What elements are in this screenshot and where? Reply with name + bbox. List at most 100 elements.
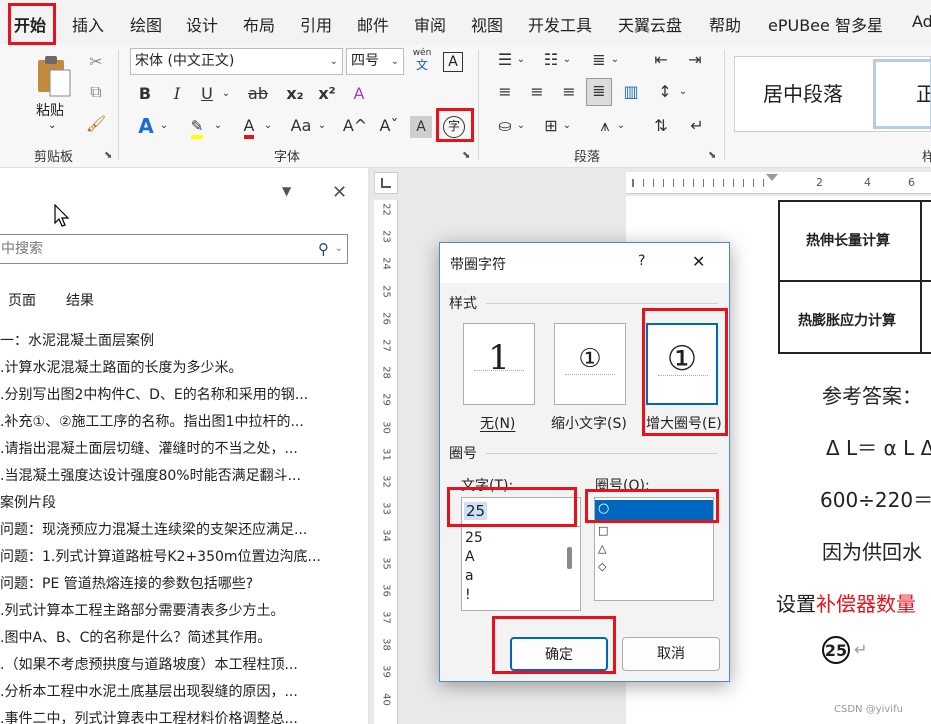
font-name-select[interactable]: 宋体 (中文正文) ⌄ bbox=[130, 48, 343, 75]
list-item[interactable]: a bbox=[465, 568, 474, 584]
tab-item[interactable]: 帮助 bbox=[709, 12, 741, 36]
superscript-button[interactable]: x² bbox=[314, 82, 340, 106]
chevron-down-icon[interactable]: ⌄ bbox=[158, 114, 170, 138]
chevron-down-icon[interactable]: ⌄ bbox=[335, 235, 343, 263]
tab-item[interactable]: 天翼云盘 bbox=[618, 12, 682, 36]
enclosed-character-result[interactable]: 25 bbox=[822, 636, 850, 664]
style-option-shrink[interactable]: ① bbox=[554, 323, 626, 405]
doc-formula-line[interactable]: Δ L＝ α L Δ bbox=[826, 432, 931, 461]
nav-tab-results[interactable]: 结果 bbox=[66, 290, 94, 310]
bold-button[interactable]: B bbox=[134, 82, 156, 106]
sort-icon[interactable]: ⇅ bbox=[650, 114, 672, 138]
nav-tab-pages[interactable]: 页面 bbox=[8, 290, 36, 310]
chevron-down-icon[interactable]: ⌄ bbox=[516, 114, 526, 138]
nav-heading-item[interactable]: 案例片段 bbox=[0, 492, 345, 512]
nav-heading-item[interactable]: .列式计算本工程主路部分需要清表多少方土。 bbox=[0, 600, 345, 620]
justify-icon[interactable]: ≣ bbox=[586, 78, 612, 106]
nav-heading-item[interactable]: .计算水泥混凝土路面的长度为多少米。 bbox=[0, 357, 345, 377]
font-color-button[interactable]: A bbox=[236, 114, 262, 139]
cut-icon[interactable]: ✂ bbox=[84, 50, 108, 74]
text-effect-button[interactable]: A bbox=[134, 114, 158, 138]
align-left-icon[interactable]: ≡ bbox=[494, 80, 516, 104]
tab-item[interactable]: ePUBee 智多星 bbox=[768, 12, 883, 36]
decrease-indent-icon[interactable]: ⇤ bbox=[650, 48, 672, 72]
align-right-icon[interactable]: ≡ bbox=[558, 80, 580, 104]
doc-calc-line[interactable]: 600÷220＝2 bbox=[820, 484, 931, 513]
tab-item[interactable]: 视图 bbox=[471, 12, 503, 36]
show-marks-icon[interactable]: ↵ bbox=[686, 114, 708, 138]
table-cell[interactable]: 热伸长量计算 bbox=[806, 230, 890, 250]
close-icon[interactable]: ✕ bbox=[332, 182, 347, 203]
grow-font-button[interactable]: A^ bbox=[342, 114, 368, 138]
chevron-down-icon[interactable]: ⌄ bbox=[220, 82, 232, 106]
nav-heading-item[interactable]: .图中A、B、C的名称是什么？简述其作用。 bbox=[0, 627, 345, 647]
chevron-down-icon[interactable]: ⌄ bbox=[562, 48, 572, 72]
nav-heading-item[interactable]: .当混凝土强度达设计强度80%时能否满足翻斗... bbox=[0, 465, 345, 485]
underline-button[interactable]: U bbox=[196, 82, 218, 106]
clipboard-launcher-icon[interactable]: ⬊ bbox=[104, 150, 112, 161]
character-border-button[interactable]: A bbox=[443, 52, 463, 72]
nav-heading-item[interactable]: 问题：PE 管道热熔连接的参数包括哪些? bbox=[0, 573, 345, 593]
nav-heading-item[interactable]: .请指出混凝土面层切缝、灌缝时的不当之处，... bbox=[0, 438, 345, 458]
doc-text-line[interactable]: 设置补偿器数量 bbox=[776, 588, 916, 617]
tab-item[interactable]: 设计 bbox=[186, 12, 218, 36]
nav-heading-item[interactable]: .分析本工程中水泥土底基层出现裂缝的原因，... bbox=[0, 681, 345, 701]
distributed-icon[interactable]: ▥ bbox=[620, 80, 642, 104]
character-shading-button[interactable]: A bbox=[410, 116, 432, 138]
tab-item[interactable]: 邮件 bbox=[357, 12, 389, 36]
chevron-down-icon[interactable]: ⌄ bbox=[316, 114, 328, 138]
dialog-titlebar[interactable]: 带圈字符 ? ✕ bbox=[440, 243, 729, 283]
strikethrough-button[interactable]: ab bbox=[244, 82, 272, 106]
search-icon[interactable]: ⚲ bbox=[318, 235, 329, 263]
chinese-layout-icon[interactable]: ⩚ bbox=[594, 114, 616, 138]
nav-heading-item[interactable]: 问题：1.列式计算道路桩号K2+350m位置边沟底... bbox=[0, 546, 345, 566]
pane-options-icon[interactable]: ▼ bbox=[282, 184, 291, 198]
nav-heading-item[interactable]: .补充①、②施工工序的名称。指出图1中拉杆的... bbox=[0, 411, 345, 431]
shading-bucket-icon[interactable]: ⛀ bbox=[494, 114, 516, 138]
nav-heading-item[interactable]: .分别写出图2中构件C、D、E的名称和采用的钢... bbox=[0, 384, 345, 404]
tab-item[interactable]: 引用 bbox=[300, 12, 332, 36]
bullets-icon[interactable]: ☰ bbox=[494, 48, 516, 72]
subscript-button[interactable]: x₂ bbox=[282, 82, 308, 106]
font-launcher-icon[interactable]: ⬊ bbox=[462, 150, 470, 161]
cancel-button[interactable]: 取消 bbox=[622, 637, 720, 671]
phonetic-guide-button[interactable]: wén 文 bbox=[410, 48, 434, 76]
document-table[interactable]: 热伸长量计算 热膨胀应力计算 bbox=[778, 200, 931, 354]
increase-indent-icon[interactable]: ⇥ bbox=[684, 48, 706, 72]
style-normal[interactable]: 正 bbox=[873, 59, 931, 129]
tab-item[interactable]: 开发工具 bbox=[528, 12, 592, 36]
doc-text-line[interactable]: 因为供回水 bbox=[822, 536, 922, 565]
list-item[interactable]: □ bbox=[598, 524, 608, 537]
tab-item[interactable]: 布局 bbox=[243, 12, 275, 36]
chevron-down-icon[interactable]: ⌄ bbox=[48, 120, 56, 131]
clear-formatting-icon[interactable]: A bbox=[346, 82, 372, 106]
nav-search-input[interactable]: 中搜索 ⚲ ⌄ bbox=[0, 234, 348, 264]
nav-heading-item[interactable]: .（如果不考虑预拱度与道路坡度）本工程柱顶... bbox=[0, 654, 345, 674]
paragraph-launcher-icon[interactable]: ⬊ bbox=[708, 150, 716, 161]
chevron-down-icon[interactable]: ⌄ bbox=[678, 80, 688, 104]
chevron-down-icon[interactable]: ⌄ bbox=[562, 114, 572, 138]
tab-item[interactable]: 审阅 bbox=[414, 12, 446, 36]
close-icon[interactable]: ✕ bbox=[692, 252, 705, 271]
tab-item[interactable]: Ad bbox=[912, 12, 931, 31]
list-item[interactable]: ! bbox=[465, 587, 471, 603]
style-option-shrink-label[interactable]: 缩小文字(S) bbox=[551, 413, 627, 433]
align-center-icon[interactable]: ≡ bbox=[526, 80, 548, 104]
multilevel-list-icon[interactable]: ≣ bbox=[588, 48, 610, 72]
nav-heading-item[interactable]: 问题：现浇预应力混凝土连续梁的支架还应满足... bbox=[0, 519, 345, 539]
list-item[interactable]: ◇ bbox=[598, 560, 606, 573]
chevron-down-icon[interactable]: ⌄ bbox=[262, 114, 274, 138]
style-option-none[interactable]: 1 bbox=[463, 323, 535, 405]
help-icon[interactable]: ? bbox=[638, 253, 645, 269]
doc-answer-heading[interactable]: 参考答案： bbox=[822, 380, 922, 409]
change-case-button[interactable]: Aa bbox=[286, 114, 316, 138]
format-painter-icon[interactable]: 🖌 bbox=[84, 112, 108, 136]
list-item[interactable]: △ bbox=[598, 542, 606, 555]
borders-icon[interactable]: ⊞ bbox=[540, 114, 562, 138]
font-size-select[interactable]: 四号 ⌄ bbox=[346, 48, 404, 75]
style-option-none-label[interactable]: 无(N) bbox=[480, 413, 515, 433]
chevron-down-icon[interactable]: ⌄ bbox=[616, 114, 626, 138]
chevron-down-icon[interactable]: ⌄ bbox=[516, 48, 526, 72]
copy-icon[interactable]: ⧉ bbox=[84, 80, 108, 104]
line-spacing-icon[interactable]: ↕ bbox=[654, 80, 676, 104]
